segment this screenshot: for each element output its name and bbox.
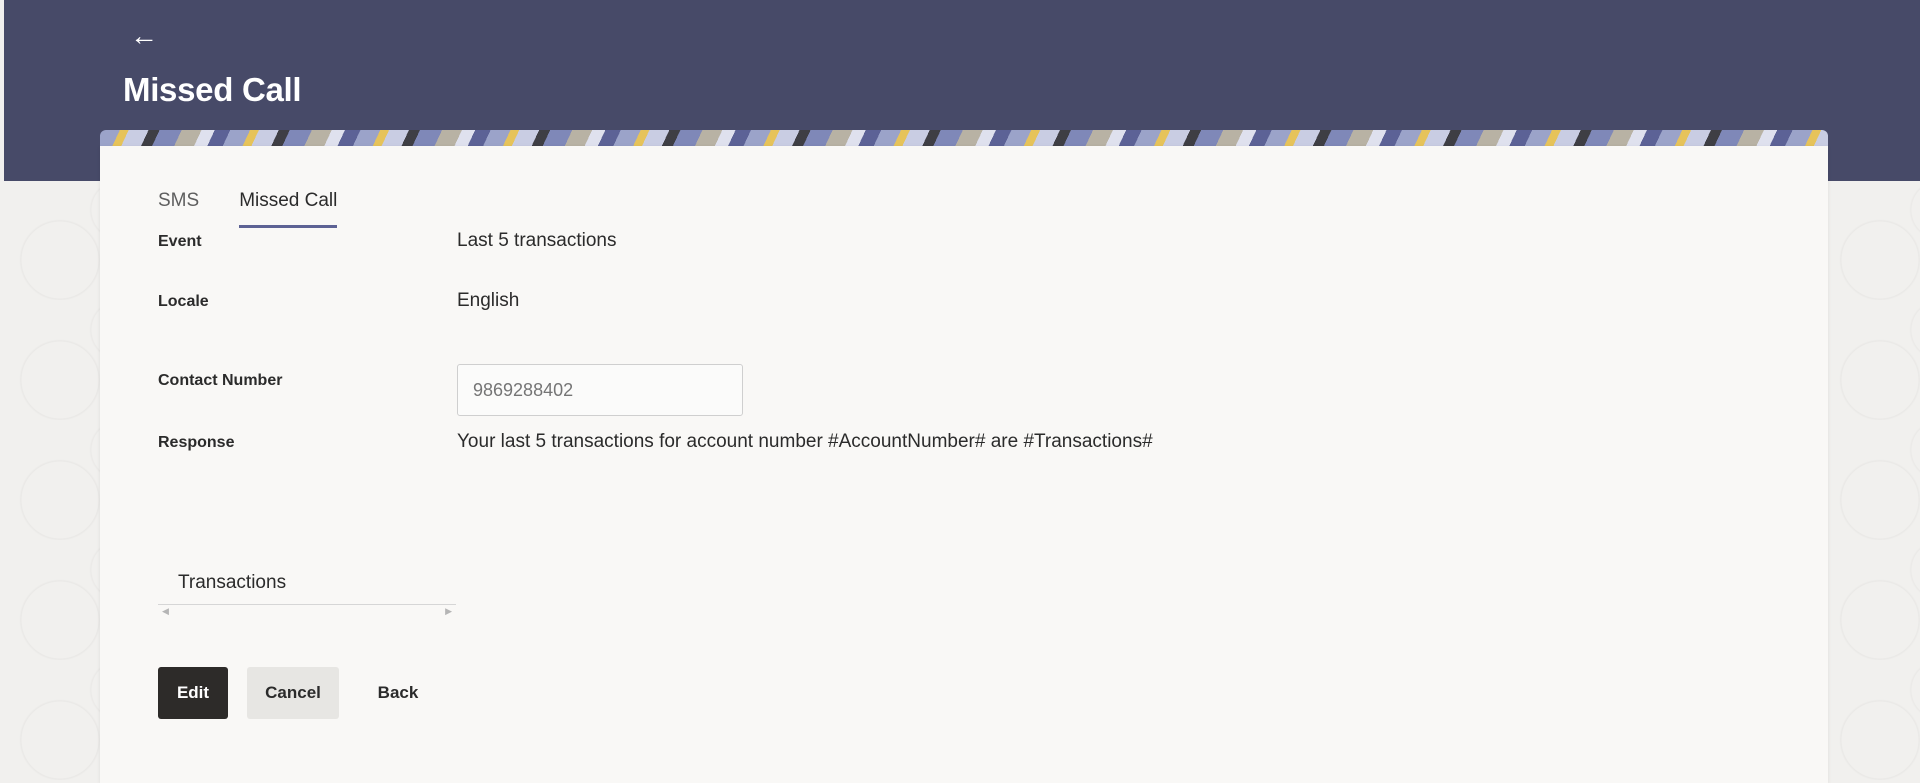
- contact-number-input[interactable]: [457, 364, 743, 416]
- tab-bar: SMS Missed Call: [158, 186, 377, 228]
- tab-divider: [158, 604, 456, 605]
- locale-label: Locale: [158, 293, 209, 310]
- transactions-tab-strip: Transactions ◀ ▶: [158, 562, 456, 617]
- cancel-button[interactable]: Cancel: [247, 667, 339, 719]
- scroll-left-icon[interactable]: ◀: [162, 606, 169, 617]
- page-title: Missed Call: [123, 71, 302, 108]
- back-arrow-icon[interactable]: ←: [130, 18, 160, 54]
- response-label: Response: [158, 434, 235, 451]
- decorative-banner: [100, 130, 1828, 146]
- edit-button[interactable]: Edit: [158, 667, 228, 719]
- tab-sms[interactable]: SMS: [158, 186, 199, 228]
- scroll-right-icon[interactable]: ▶: [445, 606, 452, 617]
- locale-value: English: [457, 290, 520, 311]
- content-card: SMS Missed Call Event Last 5 transaction…: [100, 146, 1828, 783]
- response-value: Your last 5 transactions for account num…: [457, 431, 1153, 452]
- tab-transactions[interactable]: Transactions: [178, 572, 286, 594]
- tab-missed-call[interactable]: Missed Call: [239, 186, 338, 228]
- contact-number-label: Contact Number: [158, 372, 283, 389]
- event-value: Last 5 transactions: [457, 230, 617, 251]
- event-label: Event: [158, 233, 202, 250]
- back-button[interactable]: Back: [358, 667, 438, 719]
